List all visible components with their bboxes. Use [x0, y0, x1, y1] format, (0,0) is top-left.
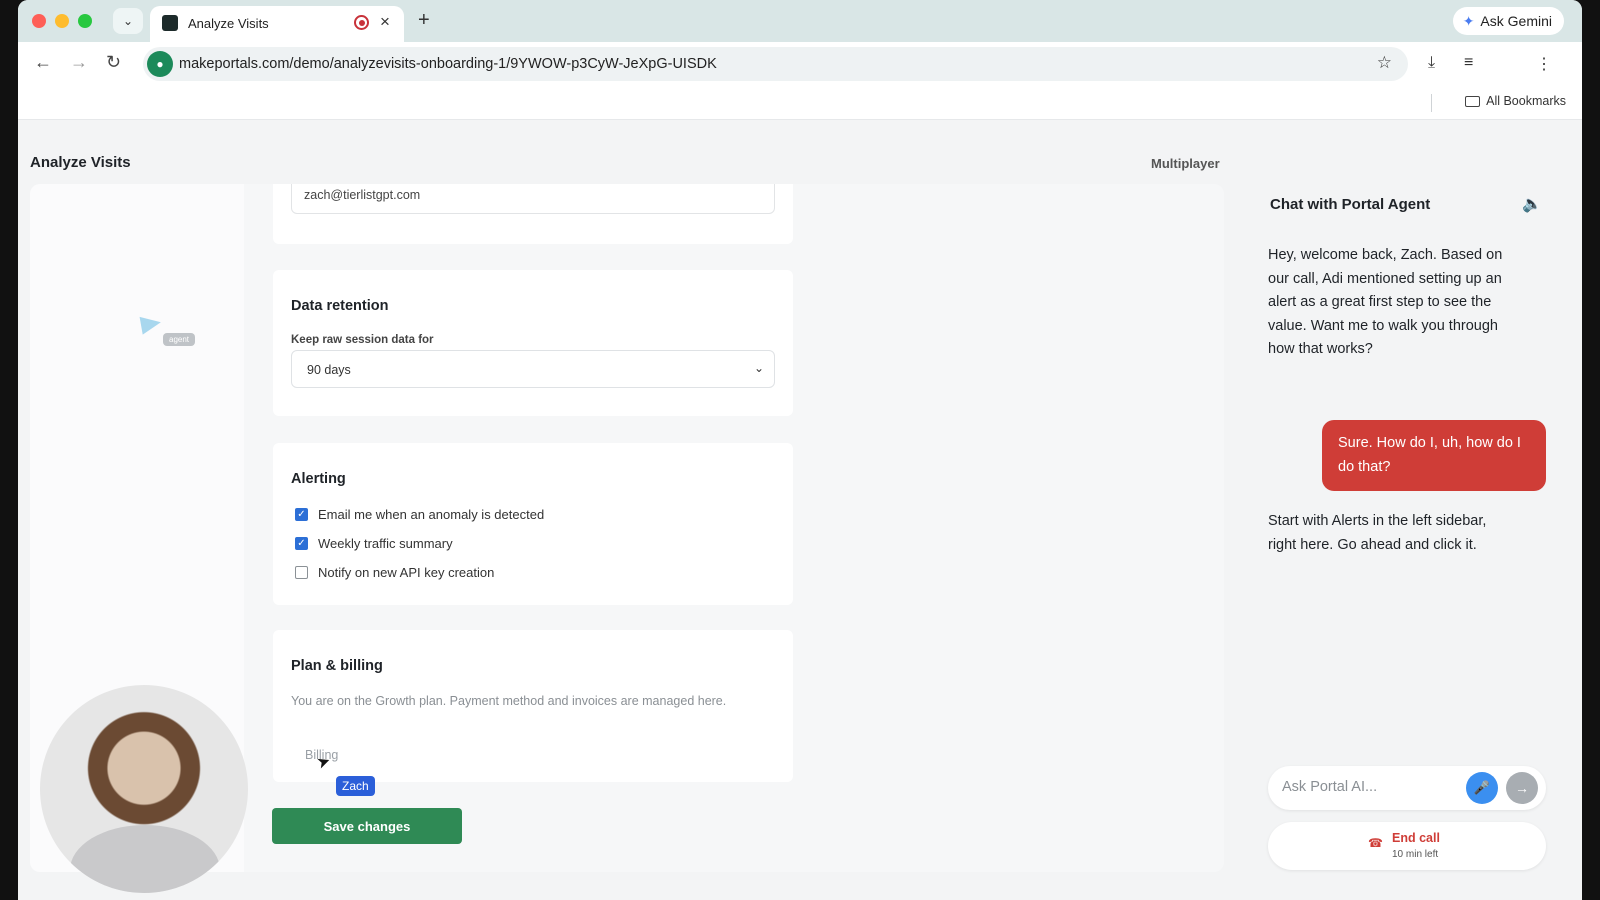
plan-description: You are on the Growth plan. Payment meth… — [291, 694, 727, 708]
ask-placeholder: Ask Portal AI... — [1282, 779, 1378, 795]
user-message: Sure. How do I, uh, how do I do that? — [1322, 420, 1546, 491]
alerting-card: Alerting ✓ Email me when an anomaly is d… — [273, 443, 793, 605]
browser-toolbar: ← → ↻ ● makeportals.com/demo/analyzevisi… — [18, 42, 1582, 86]
url-text: makeportals.com/demo/analyzevisits-onboa… — [179, 56, 717, 72]
kebab-menu-icon[interactable]: ⋮ — [1536, 54, 1552, 74]
checkbox-anomaly[interactable]: ✓ — [295, 508, 308, 521]
alert-option-weekly[interactable]: ✓ Weekly traffic summary — [295, 536, 453, 551]
address-bar[interactable]: ● makeportals.com/demo/analyzevisits-onb… — [143, 47, 1408, 81]
forward-icon[interactable]: → — [70, 52, 88, 73]
favicon-icon — [162, 15, 178, 31]
data-retention-card: Data retention Keep raw session data for… — [273, 270, 793, 416]
tab-search-icon[interactable]: ⌄ — [113, 8, 143, 34]
webcam-avatar — [40, 685, 248, 893]
browser-window: ⌄ Analyze Visits × + ✦ Ask Gemini ← → ↻ … — [18, 0, 1582, 900]
email-field[interactable]: zach@tierlistgpt.com — [291, 184, 775, 214]
alerting-heading: Alerting — [291, 471, 346, 487]
end-call-button[interactable]: ☎ End call 10 min left — [1268, 822, 1546, 870]
account-card: zach@tierlistgpt.com — [273, 184, 793, 244]
hang-up-icon: ☎ — [1368, 836, 1383, 850]
agent-message: Hey, welcome back, Zach. Based on our ca… — [1268, 247, 1503, 357]
ask-gemini-label: Ask Gemini — [1480, 13, 1552, 29]
alert-option-label: Notify on new API key creation — [318, 565, 495, 580]
back-icon[interactable]: ← — [34, 52, 52, 73]
retention-label: Keep raw session data for — [291, 334, 434, 346]
user-cursor-tag: Zach — [336, 776, 375, 796]
chat-panel: Chat with Portal Agent 🔈 Hey, welcome ba… — [1246, 184, 1582, 884]
tab-analyze-visits[interactable]: Analyze Visits × — [150, 6, 404, 42]
chat-title: Chat with Portal Agent — [1270, 196, 1431, 213]
alert-option-api-key[interactable]: Notify on new API key creation — [295, 565, 494, 580]
bookmarks-bar: All Bookmarks — [18, 86, 1582, 120]
new-tab-icon[interactable]: + — [418, 9, 430, 32]
retention-select[interactable]: 90 days ⌄ — [291, 350, 775, 388]
maximize-window-button[interactable] — [78, 14, 92, 28]
checkbox-api-key[interactable] — [295, 566, 308, 579]
close-window-button[interactable] — [32, 14, 46, 28]
recording-icon — [354, 15, 369, 30]
all-bookmarks-label: All Bookmarks — [1486, 94, 1566, 108]
minimize-window-button[interactable] — [55, 14, 69, 28]
save-changes-button[interactable]: Save changes — [272, 808, 462, 844]
agent-message: Start with Alerts in the left sidebar, r… — [1268, 513, 1487, 553]
alert-option-anomaly[interactable]: ✓ Email me when an anomaly is detected — [295, 507, 544, 522]
agent-cursor-tag: agent — [163, 333, 196, 346]
ask-gemini-button[interactable]: ✦ Ask Gemini — [1452, 7, 1564, 35]
folder-icon — [1465, 95, 1481, 107]
ask-portal-input[interactable]: Ask Portal AI... 🎤 → — [1268, 766, 1546, 810]
download-icon[interactable]: ⤓ — [1428, 54, 1435, 72]
plan-heading: Plan & billing — [291, 658, 383, 674]
reload-icon[interactable]: ↻ — [106, 52, 121, 73]
retention-heading: Data retention — [291, 298, 389, 314]
send-arrow-icon[interactable]: → — [1506, 772, 1538, 804]
end-call-label: End call — [1392, 831, 1440, 845]
gemini-spark-icon: ✦ — [1462, 12, 1475, 29]
tab-strip: ⌄ Analyze Visits × + ✦ Ask Gemini — [18, 0, 1582, 42]
chevron-down-icon: ⌄ — [753, 361, 764, 375]
agent-cursor-icon — [139, 313, 163, 335]
avatar-shirt — [70, 825, 220, 893]
alert-option-label: Email me when an anomaly is detected — [318, 507, 545, 522]
page-title: Analyze Visits — [30, 154, 131, 171]
mic-active-icon: ● — [147, 51, 173, 77]
retention-selected-value: 90 days — [307, 363, 351, 377]
microphone-icon[interactable]: 🎤 — [1466, 772, 1498, 804]
checkbox-weekly[interactable]: ✓ — [295, 537, 308, 550]
close-tab-icon[interactable]: × — [380, 12, 390, 32]
plan-billing-card: Plan & billing You are on the Growth pla… — [273, 630, 793, 782]
bookmarks-divider — [1431, 94, 1432, 112]
tab-title: Analyze Visits — [188, 16, 269, 31]
multiplayer-label[interactable]: Multiplayer — [1151, 156, 1220, 171]
time-left-label: 10 min left — [1392, 849, 1439, 860]
media-queue-icon[interactable]: ≡ — [1464, 54, 1473, 72]
bookmark-star-icon[interactable]: ☆ — [1377, 53, 1392, 73]
all-bookmarks-button[interactable]: All Bookmarks — [1465, 94, 1566, 108]
speaker-icon[interactable]: 🔈 — [1522, 194, 1542, 214]
alert-option-label: Weekly traffic summary — [318, 536, 453, 551]
